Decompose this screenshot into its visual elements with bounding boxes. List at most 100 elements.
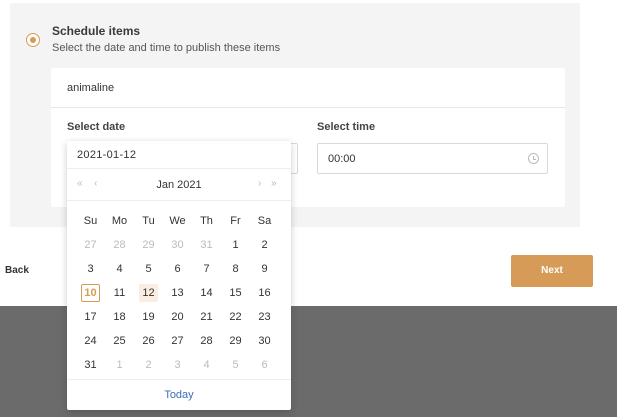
calendar-day[interactable]: 7 bbox=[192, 257, 221, 281]
next-button[interactable]: Next bbox=[511, 255, 593, 287]
calendar-day-label: 21 bbox=[200, 311, 213, 323]
calendar-day[interactable]: 18 bbox=[105, 305, 134, 329]
calendar-day-label: 28 bbox=[113, 239, 126, 251]
calendar-day-label: 30 bbox=[258, 335, 271, 347]
calendar-day[interactable]: 27 bbox=[163, 329, 192, 353]
select-time-label: Select time bbox=[317, 121, 376, 133]
weekday-6: Sa bbox=[257, 215, 272, 227]
calendar-day[interactable]: 19 bbox=[134, 305, 163, 329]
schedule-radio[interactable] bbox=[26, 33, 40, 47]
calendar-day[interactable]: 22 bbox=[221, 305, 250, 329]
next-month-icon[interactable]: › bbox=[258, 178, 261, 189]
calendar-day-label: 15 bbox=[229, 287, 242, 299]
calendar-day-label: 12 bbox=[142, 287, 155, 299]
calendar-day-label: 19 bbox=[142, 311, 155, 323]
calendar-day-label: 11 bbox=[113, 287, 126, 299]
calendar-day[interactable]: 26 bbox=[134, 329, 163, 353]
radio-dot bbox=[30, 37, 36, 43]
calendar-day-label: 1 bbox=[232, 239, 239, 251]
calendar-day-label: 4 bbox=[116, 263, 123, 275]
calendar-day-label: 13 bbox=[171, 287, 184, 299]
time-value: 00:00 bbox=[328, 153, 356, 165]
calendar-day[interactable]: 31 bbox=[192, 233, 221, 257]
calendar-day[interactable]: 4 bbox=[192, 353, 221, 377]
calendar-day-label: 6 bbox=[261, 359, 268, 371]
calendar-day-label: 30 bbox=[171, 239, 184, 251]
calendar-day[interactable]: 4 bbox=[105, 257, 134, 281]
calendar-day[interactable]: 8 bbox=[221, 257, 250, 281]
calendar-grid: Su Mo Tu We Th Fr Sa 27 28 29 30 31 1 2 3 4 5 6 7 8 9 10 11 12… bbox=[76, 209, 282, 377]
calendar-day[interactable]: 28 bbox=[192, 329, 221, 353]
calendar-week: 17 18 19 20 21 22 23 bbox=[76, 305, 282, 329]
calendar-day-label: 23 bbox=[258, 311, 271, 323]
calendar-day[interactable]: 20 bbox=[163, 305, 192, 329]
calendar-day-label: 16 bbox=[258, 287, 271, 299]
weekday-3: We bbox=[169, 215, 186, 227]
back-button[interactable]: Back bbox=[5, 265, 29, 276]
calendar-day[interactable]: 6 bbox=[163, 257, 192, 281]
calendar-day-label: 24 bbox=[84, 335, 97, 347]
calendar-day[interactable]: 30 bbox=[163, 233, 192, 257]
picker-footer: Today bbox=[67, 379, 291, 410]
item-name: animaline bbox=[67, 82, 115, 94]
weekday-4: Th bbox=[200, 215, 213, 227]
calendar-day[interactable]: 31 bbox=[76, 353, 105, 377]
calendar-day-label: 6 bbox=[174, 263, 181, 275]
calendar-day[interactable]: 3 bbox=[163, 353, 192, 377]
calendar-day[interactable]: 6 bbox=[250, 353, 279, 377]
calendar-day-label: 3 bbox=[87, 263, 94, 275]
calendar-day[interactable]: 2 bbox=[134, 353, 163, 377]
calendar-day[interactable]: 24 bbox=[76, 329, 105, 353]
calendar-day[interactable]: 14 bbox=[192, 281, 221, 305]
calendar-day[interactable]: 15 bbox=[221, 281, 250, 305]
schedule-description: Select the date and time to publish thes… bbox=[52, 42, 281, 54]
calendar-day[interactable]: 25 bbox=[105, 329, 134, 353]
calendar-day-label: 5 bbox=[232, 359, 239, 371]
calendar-day-label: 5 bbox=[145, 263, 152, 275]
calendar-day-label: 1 bbox=[116, 359, 123, 371]
calendar-day-label: 18 bbox=[113, 311, 126, 323]
calendar-day-label: 31 bbox=[200, 239, 213, 251]
select-date-label: Select date bbox=[67, 121, 126, 133]
calendar-day[interactable]: 16 bbox=[250, 281, 279, 305]
today-link[interactable]: Today bbox=[164, 389, 193, 401]
calendar-day[interactable]: 29 bbox=[134, 233, 163, 257]
calendar-day[interactable]: 9 bbox=[250, 257, 279, 281]
next-year-icon[interactable]: » bbox=[271, 178, 277, 189]
calendar-week: 3 4 5 6 7 8 9 bbox=[76, 257, 282, 281]
calendar-day-label: 25 bbox=[113, 335, 126, 347]
calendar-day[interactable]: 10 bbox=[76, 281, 105, 305]
calendar-day[interactable]: 5 bbox=[134, 257, 163, 281]
calendar-day[interactable]: 3 bbox=[76, 257, 105, 281]
time-field[interactable]: 00:00 bbox=[317, 143, 548, 174]
calendar-day-label: 27 bbox=[84, 239, 97, 251]
calendar-day-label: 10 bbox=[84, 287, 97, 299]
calendar-day[interactable]: 29 bbox=[221, 329, 250, 353]
calendar-day[interactable]: 5 bbox=[221, 353, 250, 377]
calendar-day[interactable]: 11 bbox=[105, 281, 134, 305]
calendar-day[interactable]: 2 bbox=[250, 233, 279, 257]
calendar-day-label: 9 bbox=[261, 263, 268, 275]
calendar-day[interactable]: 1 bbox=[221, 233, 250, 257]
weekday-header: Su Mo Tu We Th Fr Sa bbox=[76, 209, 282, 233]
picker-date-input[interactable]: 2021-01-12 bbox=[67, 141, 291, 169]
calendar-day-label: 22 bbox=[229, 311, 242, 323]
calendar-week: 10 11 12 13 14 15 16 bbox=[76, 281, 282, 305]
calendar-day[interactable]: 13 bbox=[163, 281, 192, 305]
calendar-day[interactable]: 27 bbox=[76, 233, 105, 257]
calendar-day-label: 7 bbox=[203, 263, 210, 275]
calendar-day-label: 2 bbox=[261, 239, 268, 251]
calendar-day[interactable]: 23 bbox=[250, 305, 279, 329]
calendar-day-label: 29 bbox=[142, 239, 155, 251]
calendar-day[interactable]: 1 bbox=[105, 353, 134, 377]
weekday-0: Su bbox=[83, 215, 98, 227]
calendar-day[interactable]: 17 bbox=[76, 305, 105, 329]
weekday-1: Mo bbox=[111, 215, 128, 227]
calendar-day[interactable]: 28 bbox=[105, 233, 134, 257]
calendar-day-label: 20 bbox=[171, 311, 184, 323]
calendar-day-label: 28 bbox=[200, 335, 213, 347]
calendar-day[interactable]: 12 bbox=[134, 281, 163, 305]
calendar-day-label: 17 bbox=[84, 311, 97, 323]
calendar-day[interactable]: 30 bbox=[250, 329, 279, 353]
calendar-day[interactable]: 21 bbox=[192, 305, 221, 329]
